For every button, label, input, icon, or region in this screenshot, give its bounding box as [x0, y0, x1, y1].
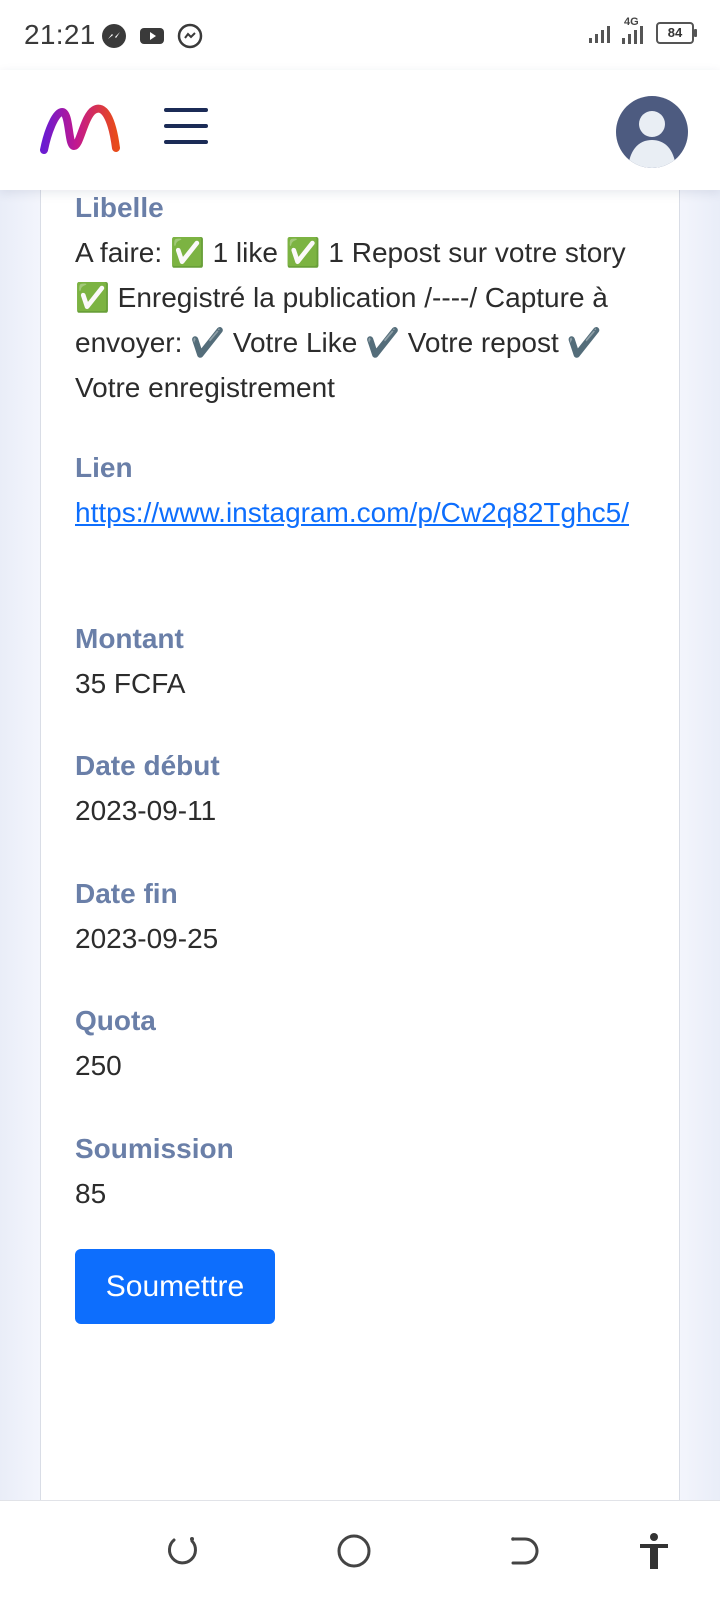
- mobile-data-indicator: 4G: [620, 16, 650, 44]
- field-libelle: Libelle A faire: ✅ 1 like ✅ 1 Repost sur…: [75, 191, 645, 410]
- brand-logo-icon[interactable]: [38, 100, 122, 160]
- status-time: 21:21: [24, 19, 96, 50]
- libelle-label: Libelle: [75, 192, 164, 223]
- battery-indicator: 84: [656, 22, 697, 44]
- quota-label: Quota: [75, 1005, 156, 1036]
- signal-4g-icon: [622, 26, 643, 44]
- field-lien: Lien https://www.instagram.com/p/Cw2q82T…: [75, 451, 645, 535]
- status-indicators: 4G 84: [588, 16, 697, 44]
- app-header: [0, 70, 720, 190]
- lien-label: Lien: [75, 452, 133, 483]
- soumission-label: Soumission: [75, 1133, 234, 1164]
- main-content: Libelle A faire: ✅ 1 like ✅ 1 Repost sur…: [0, 190, 720, 1500]
- youtube-icon: [140, 28, 164, 44]
- avatar-silhouette: [628, 111, 676, 168]
- date-fin-label: Date fin: [75, 878, 178, 909]
- montant-label: Montant: [75, 623, 184, 654]
- date-debut-label: Date début: [75, 750, 220, 781]
- montant-value: 35 FCFA: [75, 668, 186, 699]
- messenger-icon: [102, 24, 126, 48]
- recents-icon[interactable]: [162, 1531, 202, 1571]
- quota-value: 250: [75, 1050, 122, 1081]
- task-detail-card: Libelle A faire: ✅ 1 like ✅ 1 Repost sur…: [40, 190, 680, 1500]
- date-fin-value: 2023-09-25: [75, 923, 219, 954]
- lien-link[interactable]: https://www.instagram.com/p/Cw2q82Tghc5/: [75, 490, 645, 535]
- back-icon[interactable]: [505, 1531, 545, 1571]
- accessibility-icon[interactable]: [634, 1531, 674, 1571]
- date-debut-value: 2023-09-11: [75, 795, 217, 826]
- field-soumission: Soumission 85: [75, 1132, 645, 1216]
- soumission-value: 85: [75, 1178, 107, 1209]
- libelle-value: A faire: ✅ 1 like ✅ 1 Repost sur votre s…: [75, 237, 626, 403]
- messenger-outline-icon: [177, 23, 203, 49]
- field-date-debut: Date début 2023-09-11: [75, 749, 645, 833]
- field-quota: Quota 250: [75, 1004, 645, 1088]
- signal-icon: [589, 26, 610, 43]
- home-icon[interactable]: [334, 1531, 374, 1571]
- hamburger-menu-icon[interactable]: [164, 108, 208, 144]
- field-date-fin: Date fin 2023-09-25: [75, 877, 645, 961]
- submit-button[interactable]: Soumettre: [75, 1249, 275, 1324]
- user-avatar-icon[interactable]: [616, 96, 688, 168]
- status-app-icons: [100, 22, 204, 50]
- status-bar: 21:21 4G 84: [0, 0, 720, 70]
- system-nav-bar: [0, 1500, 720, 1601]
- field-montant: Montant 35 FCFA: [75, 622, 645, 706]
